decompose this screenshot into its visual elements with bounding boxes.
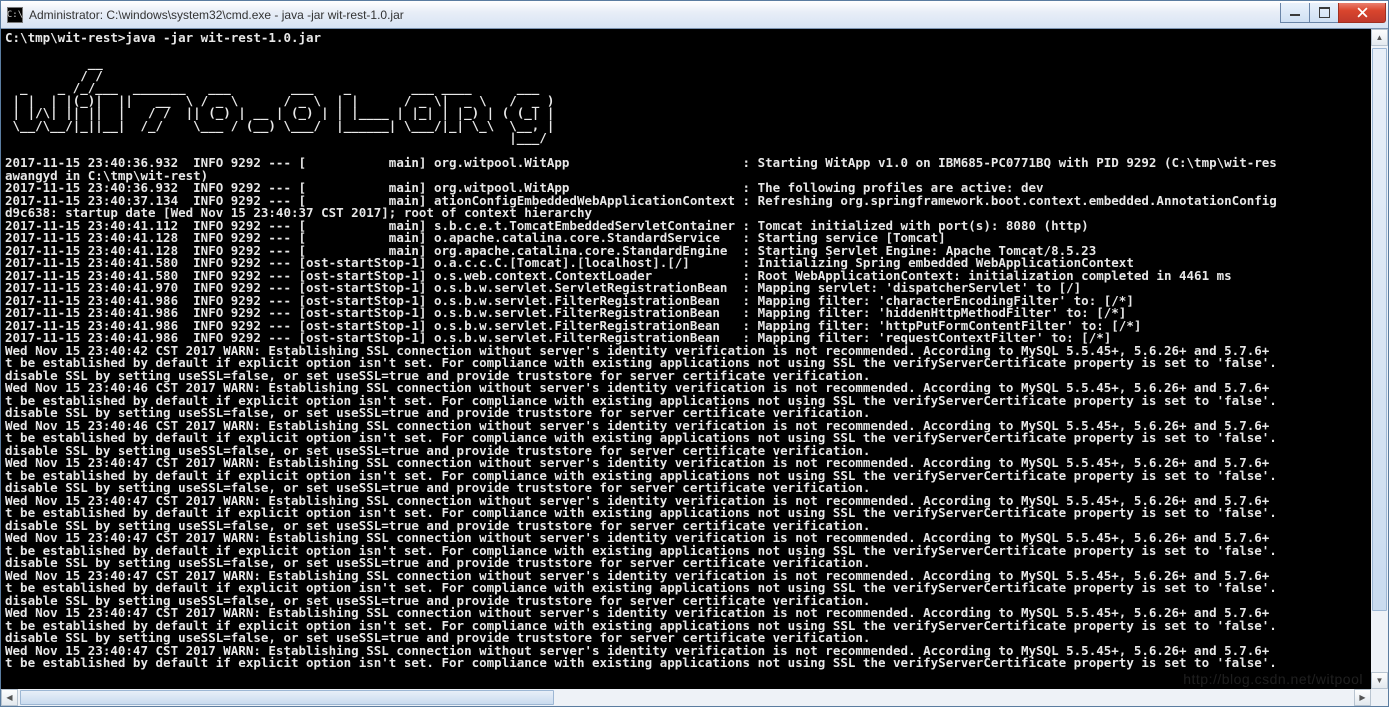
vertical-scrollbar[interactable]: ▲ ▼ <box>1371 29 1388 689</box>
watermark-text: http://blog.csdn.net/witpool <box>1183 671 1363 687</box>
scrollbar-corner <box>1371 689 1388 706</box>
cmd-icon: C:\ <box>7 7 23 23</box>
scroll-down-button[interactable]: ▼ <box>1371 672 1388 689</box>
window-controls <box>1281 3 1386 23</box>
horizontal-scrollbar[interactable]: ◀ ▶ <box>1 689 1371 706</box>
console-output[interactable]: C:\tmp\wit-rest>java -jar wit-rest-1.0.j… <box>1 29 1371 673</box>
window-title: Administrator: C:\windows\system32\cmd.e… <box>29 8 1281 22</box>
close-button[interactable] <box>1338 3 1386 23</box>
h-scroll-thumb[interactable] <box>20 690 554 705</box>
v-scroll-thumb[interactable] <box>1372 48 1387 611</box>
console-viewport[interactable]: C:\tmp\wit-rest>java -jar wit-rest-1.0.j… <box>1 29 1371 689</box>
h-scroll-track[interactable] <box>18 689 1354 706</box>
scroll-up-button[interactable]: ▲ <box>1371 29 1388 46</box>
v-scroll-track[interactable] <box>1371 46 1388 672</box>
minimize-button[interactable] <box>1280 3 1310 23</box>
close-icon <box>1357 7 1368 18</box>
titlebar[interactable]: C:\ Administrator: C:\windows\system32\c… <box>1 1 1388 29</box>
scroll-right-button[interactable]: ▶ <box>1354 689 1371 706</box>
scroll-left-button[interactable]: ◀ <box>1 689 18 706</box>
maximize-button[interactable] <box>1309 3 1339 23</box>
cmd-window: C:\ Administrator: C:\windows\system32\c… <box>0 0 1389 707</box>
console-client-area: C:\tmp\wit-rest>java -jar wit-rest-1.0.j… <box>1 29 1388 706</box>
